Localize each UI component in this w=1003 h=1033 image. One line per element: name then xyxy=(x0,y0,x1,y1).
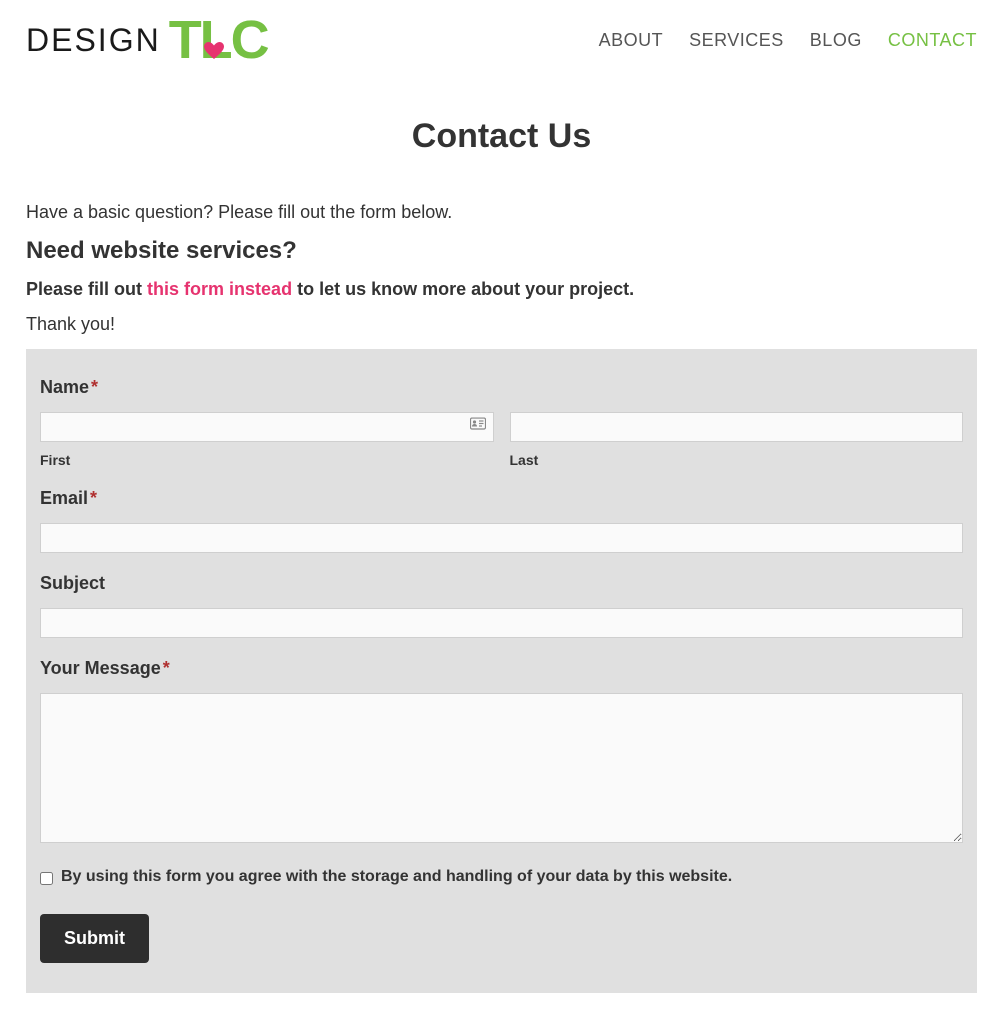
nav-about[interactable]: ABOUT xyxy=(599,30,664,51)
submit-button[interactable]: Submit xyxy=(40,914,149,963)
message-textarea[interactable] xyxy=(40,693,963,843)
heart-icon xyxy=(204,18,224,67)
consent-row: By using this form you agree with the st… xyxy=(40,868,963,886)
last-name-input[interactable] xyxy=(510,412,964,442)
field-message: Your Message* xyxy=(40,658,963,848)
consent-label[interactable]: By using this form you agree with the st… xyxy=(61,868,732,886)
logo-design-text: DESIGN xyxy=(26,22,161,59)
logo-tlc-text: TLC xyxy=(169,16,268,65)
required-marker: * xyxy=(91,377,98,397)
consent-checkbox[interactable] xyxy=(40,872,53,885)
intro-form-link[interactable]: this form instead xyxy=(147,279,292,299)
email-label: Email* xyxy=(40,488,963,509)
field-email: Email* xyxy=(40,488,963,553)
first-name-input[interactable] xyxy=(40,412,494,442)
required-marker: * xyxy=(163,658,170,678)
intro-section: Have a basic question? Please fill out t… xyxy=(26,202,977,335)
subject-label: Subject xyxy=(40,573,963,594)
contact-card-icon xyxy=(470,417,486,436)
site-header: DESIGN TLC ABOUT SERVICES BLOG CONTACT xyxy=(26,10,977,89)
subject-input[interactable] xyxy=(40,608,963,638)
last-sublabel: Last xyxy=(510,452,964,468)
email-input[interactable] xyxy=(40,523,963,553)
intro-please-fill: Please fill out this form instead to let… xyxy=(26,279,977,300)
name-label: Name* xyxy=(40,377,963,398)
first-sublabel: First xyxy=(40,452,494,468)
message-label: Your Message* xyxy=(40,658,963,679)
intro-basic-question: Have a basic question? Please fill out t… xyxy=(26,202,977,223)
intro-need-services-heading: Need website services? xyxy=(26,237,977,265)
required-marker: * xyxy=(90,488,97,508)
logo[interactable]: DESIGN TLC xyxy=(26,16,268,65)
nav-blog[interactable]: BLOG xyxy=(810,30,862,51)
contact-form: Name* xyxy=(26,349,977,993)
nav-contact[interactable]: CONTACT xyxy=(888,30,977,51)
field-subject: Subject xyxy=(40,573,963,638)
field-name: Name* xyxy=(40,377,963,468)
page-title: Contact Us xyxy=(26,117,977,156)
main-nav: ABOUT SERVICES BLOG CONTACT xyxy=(599,30,977,51)
intro-thank-you: Thank you! xyxy=(26,314,977,335)
nav-services[interactable]: SERVICES xyxy=(689,30,784,51)
